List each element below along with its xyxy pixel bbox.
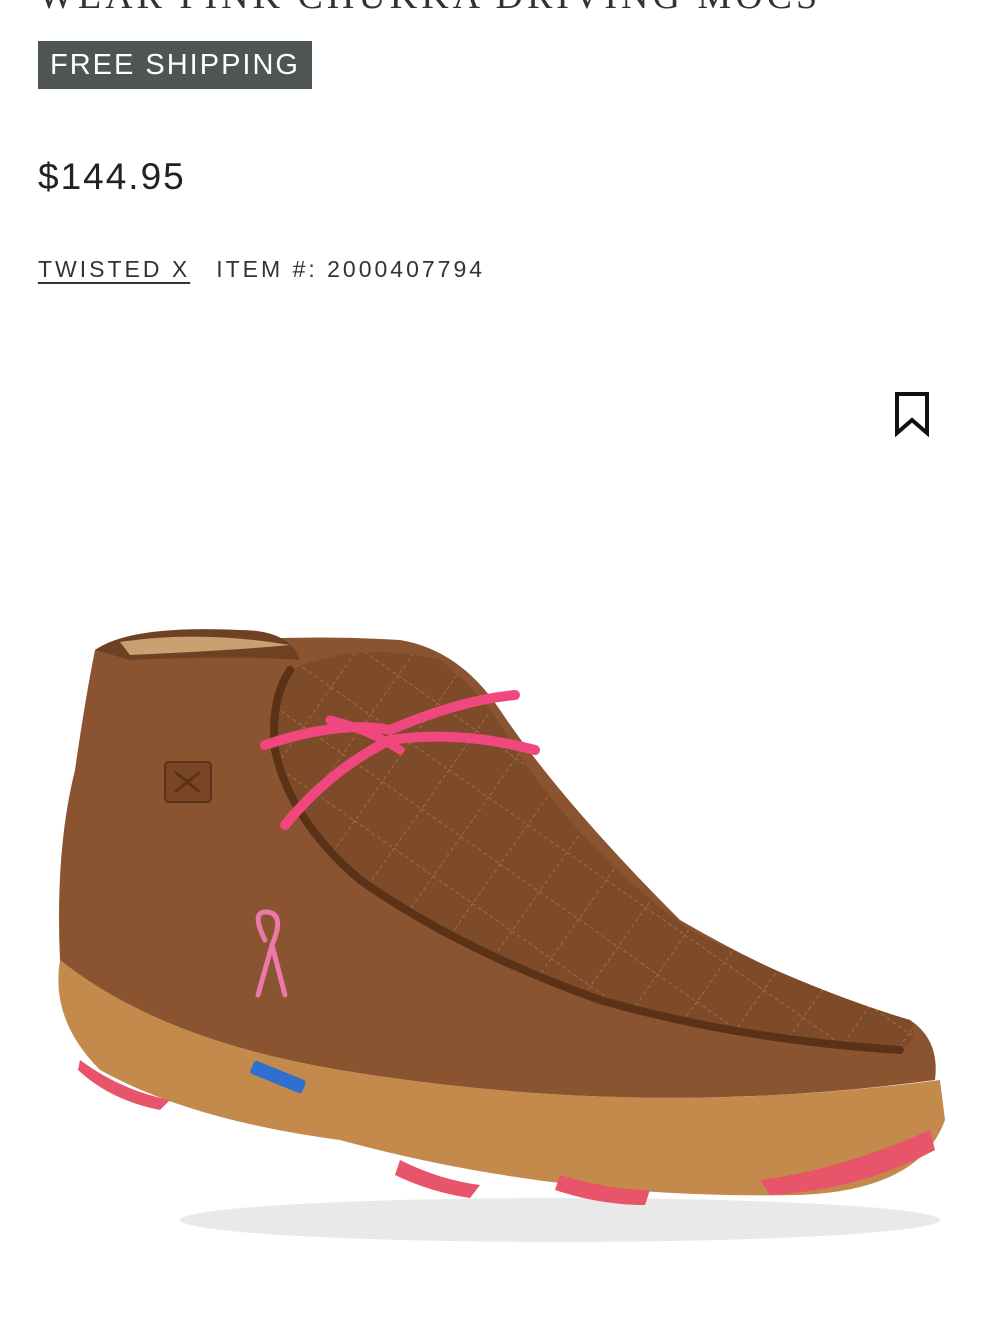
product-meta: TWISTED X ITEM #: 2000407794 [38, 256, 485, 283]
brand-link[interactable]: TWISTED X [38, 256, 190, 282]
product-price: $144.95 [38, 156, 186, 197]
item-number-label: ITEM #: [216, 256, 318, 282]
item-number: 2000407794 [327, 256, 486, 282]
free-shipping-badge: FREE SHIPPING [38, 41, 312, 89]
product-image [58, 629, 946, 1242]
product-title: WEAR PINK CHUKKA DRIVING MOCS [38, 0, 821, 18]
bookmark-icon[interactable] [893, 391, 931, 437]
